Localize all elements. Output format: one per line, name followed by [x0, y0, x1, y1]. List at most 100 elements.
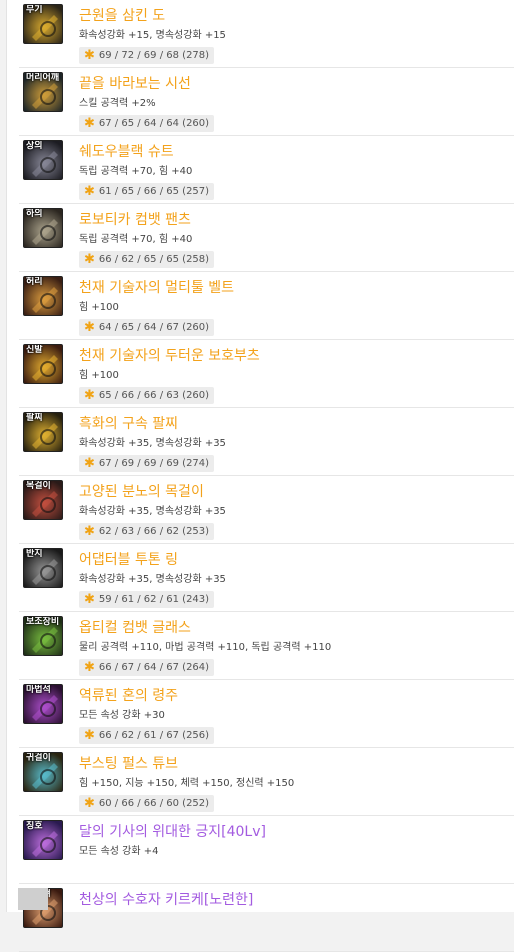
- item-name[interactable]: 천재 기술자의 두터운 보호부츠: [79, 347, 260, 365]
- star-icon: ✱: [84, 592, 95, 607]
- item-substat-badge: ✱ 62 / 63 / 66 / 62 (253): [79, 523, 215, 540]
- substat-values: 69 / 72 / 69 / 68 (278): [98, 50, 210, 61]
- item-stat: 화속성강화 +15, 명속성강화 +15: [79, 30, 226, 41]
- item-substat-badge: ✱ 66 / 62 / 61 / 67 (256): [79, 727, 215, 744]
- item-name[interactable]: 고양된 분노의 목걸이: [79, 483, 204, 501]
- item-name[interactable]: 어댑터블 투톤 링: [79, 551, 178, 569]
- item-name[interactable]: 역류된 혼의 령주: [79, 687, 178, 705]
- necklace-icon[interactable]: 목걸이: [23, 480, 63, 520]
- slot-label: 귀걸이: [26, 753, 51, 763]
- substat-values: 59 / 61 / 62 / 61 (243): [98, 594, 210, 605]
- star-icon: ✱: [84, 456, 95, 471]
- equipment-row[interactable]: 보조장비 옵티컬 컴뱃 글래스 물리 공격력 +110, 마법 공격력 +110, …: [19, 612, 514, 680]
- slot-label: 허리: [26, 277, 43, 287]
- slot-label: 목걸이: [26, 481, 51, 491]
- earring-icon[interactable]: 귀걸이: [23, 752, 63, 792]
- item-substat-badge: ✱ 66 / 67 / 64 / 67 (264): [79, 659, 215, 676]
- star-icon: ✱: [84, 728, 95, 743]
- item-substat-badge: ✱ 61 / 65 / 66 / 65 (257): [79, 183, 215, 200]
- equipment-row[interactable]: 팔찌 흑화의 구속 팔찌 화속성강화 +35, 명속성강화 +35 ✱ 67 / 69 …: [19, 408, 514, 476]
- slot-label: 무기: [26, 5, 43, 15]
- star-icon: ✱: [84, 252, 95, 267]
- item-name[interactable]: 쉐도우블랙 슈트: [79, 143, 174, 161]
- equipment-panel: 무기 근원을 삼킨 도 화속성강화 +15, 명속성강화 +15 ✱ 69 / 72 /…: [6, 0, 514, 952]
- sword-icon[interactable]: 무기: [23, 4, 63, 44]
- substat-values: 61 / 65 / 66 / 65 (257): [98, 186, 210, 197]
- item-stat: 화속성강화 +35, 명속성강화 +35: [79, 438, 226, 449]
- item-substat-badge: ✱ 69 / 72 / 69 / 68 (278): [79, 47, 215, 64]
- item-name[interactable]: 로보티카 컴뱃 팬츠: [79, 211, 191, 229]
- ring-icon[interactable]: 반지: [23, 548, 63, 588]
- substat-values: 67 / 65 / 64 / 64 (260): [98, 118, 210, 129]
- item-stat: 모든 속성 강화 +30: [79, 710, 165, 721]
- boots-icon[interactable]: 신발: [23, 344, 63, 384]
- item-name[interactable]: 부스팅 펄스 튜브: [79, 755, 178, 773]
- belt-icon[interactable]: 허리: [23, 276, 63, 316]
- item-name[interactable]: 근원을 삼킨 도: [79, 7, 165, 25]
- substat-values: 66 / 67 / 64 / 67 (264): [98, 662, 210, 673]
- item-substat-badge: ✱ 60 / 66 / 66 / 60 (252): [79, 795, 215, 812]
- item-name[interactable]: 흑화의 구속 팔찌: [79, 415, 178, 433]
- item-name[interactable]: 천재 기술자의 멀티툴 벨트: [79, 279, 234, 297]
- slot-label: 하의: [26, 209, 43, 219]
- top-armor-icon[interactable]: 상의: [23, 140, 63, 180]
- equipment-row[interactable]: 신발 천재 기술자의 두터운 보호부츠힘 +100 ✱ 65 / 66 / 66 / …: [19, 340, 514, 408]
- substat-values: 62 / 63 / 66 / 62 (253): [98, 526, 210, 537]
- item-stat: 힘 +100: [79, 370, 119, 381]
- equipment-row[interactable]: 칭호 달의 기사의 위대한 긍지[40Lv] 모든 속성 강화 +4: [19, 816, 514, 884]
- substat-values: 60 / 66 / 66 / 60 (252): [98, 798, 210, 809]
- slot-label: 반지: [26, 549, 43, 559]
- item-substat-badge: ✱ 66 / 62 / 65 / 65 (258): [79, 251, 215, 268]
- equipment-row[interactable]: 머리어깨 끝을 바라보는 시선스킬 공격력 +2% ✱ 67 / 65 / 64 / …: [19, 68, 514, 136]
- item-stat: 독립 공격력 +70, 힘 +40: [79, 234, 193, 245]
- star-icon: ✱: [84, 116, 95, 131]
- substat-values: 65 / 66 / 66 / 63 (260): [98, 390, 210, 401]
- substat-values: 66 / 62 / 61 / 67 (256): [98, 730, 210, 741]
- item-name[interactable]: 옵티컬 컴뱃 글래스: [79, 619, 191, 637]
- slot-label: 상의: [26, 141, 43, 151]
- pants-icon[interactable]: 하의: [23, 208, 63, 248]
- item-substat-badge: ✱ 64 / 65 / 64 / 67 (260): [79, 319, 215, 336]
- item-substat-badge: ✱ 59 / 61 / 62 / 61 (243): [79, 591, 215, 608]
- item-name[interactable]: 천상의 수호자 키르케[노련한]: [79, 891, 253, 909]
- slot-label: 보조장비: [26, 617, 60, 627]
- item-name[interactable]: 달의 기사의 위대한 긍지[40Lv]: [79, 823, 266, 841]
- substat-values: 66 / 62 / 65 / 65 (258): [98, 254, 210, 265]
- star-icon: ✱: [84, 48, 95, 63]
- item-substat-badge: ✱ 67 / 65 / 64 / 64 (260): [79, 115, 215, 132]
- slot-label: 팔찌: [26, 413, 43, 423]
- substat-values: 64 / 65 / 64 / 67 (260): [98, 322, 210, 333]
- star-icon: ✱: [84, 660, 95, 675]
- item-stat: 화속성강화 +35, 명속성강화 +35: [79, 574, 226, 585]
- equipment-row[interactable]: 무기 근원을 삼킨 도화속성강화 +15, 명속성강화 +15 ✱ 69 / 72 /…: [19, 0, 514, 68]
- item-stat: 모든 속성 강화 +4: [79, 846, 159, 857]
- corner-thumbnail-icon: [18, 888, 48, 910]
- slot-label: 칭호: [26, 821, 43, 831]
- star-icon: ✱: [84, 388, 95, 403]
- equipment-row[interactable]: 목걸이 고양된 분노의 목걸이화속성강화 +35, 명속성강화 +35 ✱ 62 / …: [19, 476, 514, 544]
- star-icon: ✱: [84, 184, 95, 199]
- equipment-row[interactable]: 마법석 역류된 혼의 령주모든 속성 강화 +30 ✱ 66 / 62 / 61 / …: [19, 680, 514, 748]
- item-stat: 힘 +150, 지능 +150, 체력 +150, 정신력 +150: [79, 778, 295, 789]
- item-stat: 화속성강화 +35, 명속성강화 +35: [79, 506, 226, 517]
- item-stat: 독립 공격력 +70, 힘 +40: [79, 166, 193, 177]
- equipment-row[interactable]: 귀걸이 부스팅 펄스 튜브힘 +150, 지능 +150, 체력 +150, 정신…: [19, 748, 514, 816]
- shoulder-armor-icon[interactable]: 머리어깨: [23, 72, 63, 112]
- slot-label: 신발: [26, 345, 43, 355]
- equipment-row[interactable]: 반지 어댑터블 투톤 링화속성강화 +35, 명속성강화 +35 ✱ 59 / 61 …: [19, 544, 514, 612]
- equipment-row[interactable]: 상의 쉐도우블랙 슈트독립 공격력 +70, 힘 +40 ✱ 61 / 65 / 66…: [19, 136, 514, 204]
- item-name[interactable]: 끝을 바라보는 시선: [79, 75, 191, 93]
- magic-stone-icon[interactable]: 마법석: [23, 684, 63, 724]
- title-icon[interactable]: 칭호: [23, 820, 63, 860]
- star-icon: ✱: [84, 320, 95, 335]
- item-substat-badge: ✱ 65 / 66 / 66 / 63 (260): [79, 387, 215, 404]
- slot-label: 마법석: [26, 685, 51, 695]
- item-stat: 스킬 공격력 +2%: [79, 98, 156, 109]
- glasses-icon[interactable]: 보조장비: [23, 616, 63, 656]
- equipment-row[interactable]: 크리쳐천상의 수호자 키르케[노련한]: [19, 884, 514, 952]
- star-icon: ✱: [84, 796, 95, 811]
- star-icon: ✱: [84, 524, 95, 539]
- equipment-row[interactable]: 하의 로보티카 컴뱃 팬츠독립 공격력 +70, 힘 +40 ✱ 66 / 62 / …: [19, 204, 514, 272]
- equipment-row[interactable]: 허리 천재 기술자의 멀티툴 벨트 힘 +100 ✱ 64 / 65 / 64 / 67…: [19, 272, 514, 340]
- bracelet-icon[interactable]: 팔찌: [23, 412, 63, 452]
